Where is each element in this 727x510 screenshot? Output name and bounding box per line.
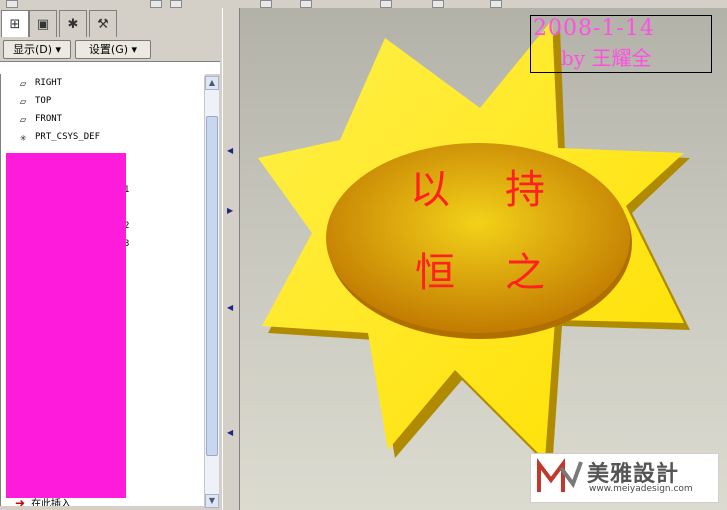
watermark-logo-icon [537,458,583,492]
zoom-icon[interactable] [150,0,162,8]
part-model: 以 持 恒 之 [258,20,690,470]
oval-boss [326,143,630,333]
date-author-stamp: 2008-1-14 by 王耀全 [530,15,712,73]
model-tree: ▱ RIGHT ▱ TOP ▱ FRONT ✳ PRT_CSYS_DEF 1 2 3 ➜… [0,74,205,506]
tree-icon: ⊞ [9,16,21,32]
model-text-char: 持 [505,167,545,213]
stamp-author: by 王耀全 [561,46,652,70]
view-icon[interactable] [300,0,312,8]
tree-item-top[interactable]: ▱ TOP [15,93,52,109]
expand-right-icon[interactable]: ▶ [227,206,233,215]
graphics-window[interactable]: 以 持 恒 之 2008-1-14 by 王耀全 美雅設計 www.meiyad… [240,8,727,510]
watermark-url: www.meiyadesign.com [589,484,693,494]
show-menu-button[interactable]: 显示(D) ▾ [3,40,71,59]
star-icon: ✱ [67,16,79,32]
insert-here-marker[interactable]: ➜ 在此插入 [15,495,71,507]
tree-column-header [0,61,220,75]
tree-item-front[interactable]: ▱ FRONT [15,111,62,127]
model-tree-tab[interactable]: ⊞ [1,10,29,37]
folder-browser-tab[interactable]: ▣ [29,10,57,37]
datum-plane-icon[interactable] [380,0,392,8]
datum-axis-icon[interactable] [432,0,444,8]
tools-icon: ⚒ [97,16,109,32]
navigator-tabs: ⊞ ▣ ✱ ⚒ [0,10,222,38]
collapse-left-icon[interactable]: ◀ [227,146,233,155]
model-text-char: 之 [505,250,545,296]
model-text-char: 恒 [415,250,455,296]
save-icon[interactable] [6,0,18,8]
coordinate-system-icon: ✳ [19,130,27,144]
folder-icon: ▣ [36,16,50,32]
panel-splitter[interactable]: ◀ ▶ ◀ ◀ [222,8,240,510]
collapse-left-icon[interactable]: ◀ [227,428,233,437]
insert-arrow-icon: ➜ [15,495,26,507]
orient-icon[interactable] [260,0,272,8]
repaint-icon[interactable] [170,0,182,8]
model-text-char: 以 [410,167,450,213]
settings-menu-button[interactable]: 设置(G) ▾ [75,40,151,59]
datum-plane-icon: ▱ [19,112,27,126]
redaction-block [6,153,126,498]
connections-tab[interactable]: ⚒ [89,10,117,37]
watermark: 美雅設計 www.meiyadesign.com [530,453,719,503]
stamp-date: 2008-1-14 [533,16,655,41]
collapse-left-icon[interactable]: ◀ [227,303,233,312]
tree-item-right[interactable]: ▱ RIGHT [15,75,62,91]
datum-point-icon[interactable] [490,0,502,8]
navigator-panel: ⊞ ▣ ✱ ⚒ 显示(D) ▾ 设置(G) ▾ ▱ RIGHT ▱ TOP ▱ FRO… [0,8,222,510]
datum-plane-icon: ▱ [19,94,27,108]
datum-plane-icon: ▱ [19,76,27,90]
favorites-tab[interactable]: ✱ [59,10,87,37]
model-tree-menu-bar: 显示(D) ▾ 设置(G) ▾ [0,39,222,61]
tree-item-csys[interactable]: ✳ PRT_CSYS_DEF [15,129,100,145]
tree-vertical-scrollbar[interactable]: ▲ ▼ [204,76,219,508]
scroll-thumb[interactable] [206,116,218,456]
scroll-up-button[interactable]: ▲ [205,76,219,90]
scroll-down-button[interactable]: ▼ [205,494,219,508]
